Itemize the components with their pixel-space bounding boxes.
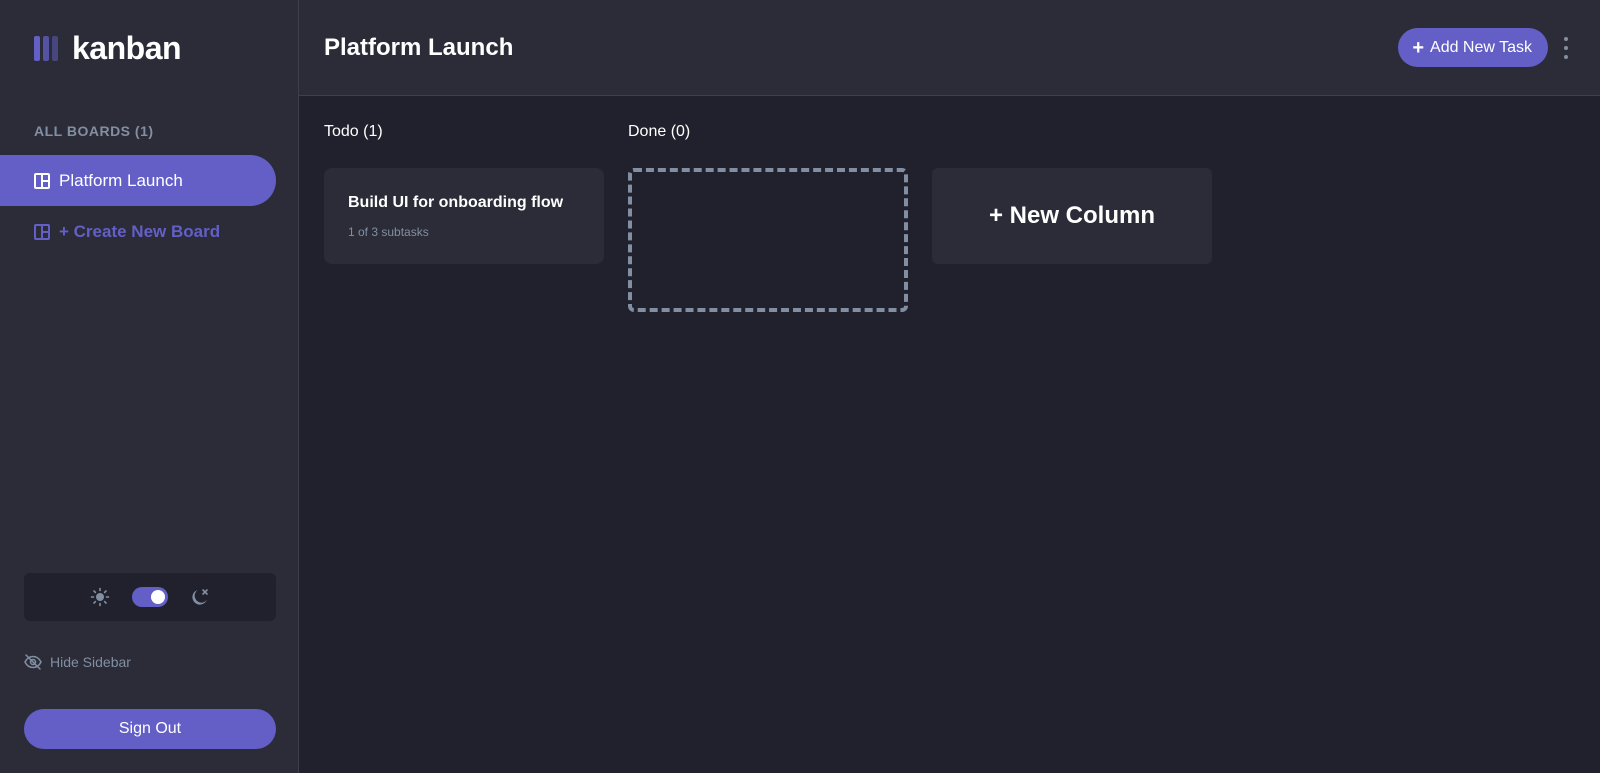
add-task-label: Add New Task [1430,38,1532,56]
header: Platform Launch + Add New Task [299,0,1600,96]
sign-out-button[interactable]: Sign Out [24,709,276,749]
logo-text: kanban [72,30,182,66]
add-new-task-button[interactable]: + Add New Task [1398,28,1548,67]
logo-icon [34,36,58,61]
sidebar: kanban ALL BOARDS (1) Platform Launch + … [0,0,299,773]
hide-sidebar-button[interactable]: Hide Sidebar [24,654,131,670]
task-title: Build UI for onboarding flow [348,194,564,211]
sidebar-item-label: Platform Launch [59,170,183,190]
hide-sidebar-label: Hide Sidebar [50,654,131,670]
create-board-label: + Create New Board [59,221,221,241]
dark-mode-switch[interactable] [132,587,168,607]
more-options-icon[interactable] [1562,37,1570,59]
new-column-button[interactable]: + New Column [932,168,1212,264]
page-title: Platform Launch [324,34,514,61]
moon-icon [192,589,208,605]
board-icon [34,223,50,240]
switch-knob [151,590,165,604]
task-subtasks: 1 of 3 subtasks [348,225,429,239]
logo: kanban [34,30,182,67]
kanban-app: kanban ALL BOARDS (1) Platform Launch + … [0,0,1600,773]
board-icon [34,172,50,189]
create-new-board-button[interactable]: + Create New Board [0,206,276,257]
eye-slash-icon [24,654,42,670]
done-drop-zone[interactable] [628,168,908,312]
boards-heading: ALL BOARDS (1) [34,123,154,139]
sun-icon [90,587,110,607]
column-title-done: Done (0) [628,123,691,140]
theme-toggle [24,573,276,621]
column-title-todo: Todo (1) [324,123,383,140]
task-card[interactable]: Build UI for onboarding flow 1 of 3 subt… [324,168,604,264]
sidebar-item-platform-launch[interactable]: Platform Launch [0,155,276,206]
plus-icon: + [1412,36,1425,59]
